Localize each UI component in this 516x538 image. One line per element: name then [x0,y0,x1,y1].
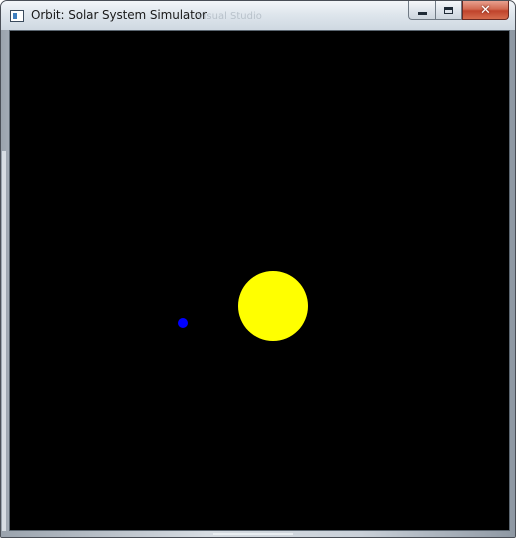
window-frame-bottom [1,531,515,537]
background-window-title-ghost: Visual Studio [197,11,262,22]
close-button[interactable]: ✕ [462,1,509,20]
minimize-icon [417,11,427,15]
window-frame-left-edge [2,151,6,531]
maximize-button[interactable] [435,1,462,20]
app-window-icon-detail [13,13,17,19]
sun [238,271,308,341]
app-window-icon[interactable] [10,10,24,22]
simulation-canvas[interactable] [9,30,510,531]
close-icon: ✕ [480,2,491,18]
minimize-button[interactable] [408,1,435,20]
window-title: Orbit: Solar System Simulator [31,8,207,22]
window-controls: ✕ [408,1,509,21]
title-bar[interactable]: Orbit: Solar System Simulator Visual Stu… [1,1,515,30]
app-window: Orbit: Solar System Simulator Visual Stu… [0,0,516,538]
planet [178,318,188,328]
frame-glint [213,533,293,535]
maximize-icon [444,6,453,14]
